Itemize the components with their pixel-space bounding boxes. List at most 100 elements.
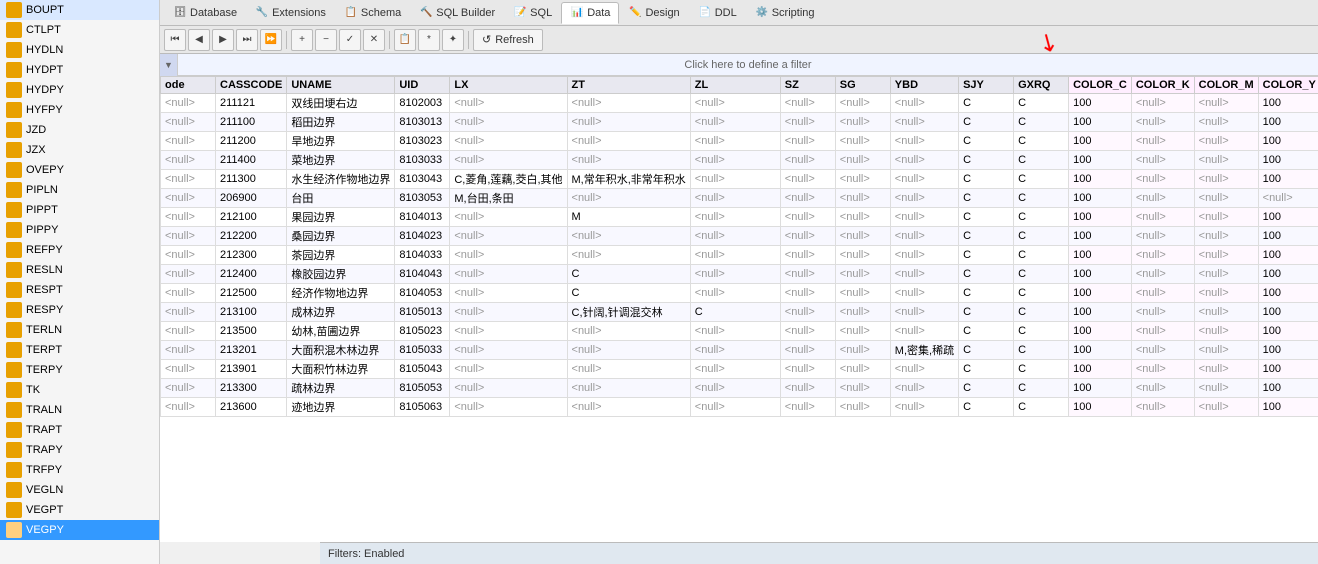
sidebar-item-traln[interactable]: TRALN [0,400,159,420]
tab-sql[interactable]: 📝SQL [504,2,561,24]
table-row[interactable]: <null>212200桑园边界8104023<null><null><null… [161,227,1318,246]
table-row[interactable]: <null>213500幼林,苗圃边界8105023<null><null><n… [161,322,1318,341]
table-cell: <null> [890,246,958,265]
col-header-ybd[interactable]: YBD [890,77,958,94]
tab-database[interactable]: 🗄Database [164,2,246,24]
tab-data[interactable]: 📊Data [561,2,619,24]
sidebar-item-hydln[interactable]: HYDLN [0,40,159,60]
table-cell: 100 [1258,113,1318,132]
add-btn[interactable]: + [291,29,313,51]
col-header-lx[interactable]: LX [450,77,567,94]
sidebar-item-jzx[interactable]: JZX [0,140,159,160]
sidebar-item-resln[interactable]: RESLN [0,260,159,280]
sidebar-item-boupt[interactable]: BOUPT [0,0,159,20]
nav-next2-btn[interactable]: ⏭ [236,29,258,51]
col-header-color_c[interactable]: COLOR_C [1069,77,1132,94]
sidebar-item-respy[interactable]: RESPY [0,300,159,320]
cancel-btn[interactable]: ✕ [363,29,385,51]
table-row[interactable]: <null>212400橡胶园边界8104043<null>C<null><nu… [161,265,1318,284]
col-header-zt[interactable]: ZT [567,77,690,94]
table-row[interactable]: <null>211100稻田边界8103013<null><null><null… [161,113,1318,132]
sidebar-item-vegln[interactable]: VEGLN [0,480,159,500]
table-cell: <null> [835,379,890,398]
table-row[interactable]: <null>213600迹地边界8105063<null><null><null… [161,398,1318,417]
sidebar-item-vegpt[interactable]: VEGPT [0,500,159,520]
col-header-color_k[interactable]: COLOR_K [1131,77,1194,94]
table-cell: <null> [690,208,780,227]
table-row[interactable]: <null>212500经济作物地边界8104053<null>C<null><… [161,284,1318,303]
sidebar-item-terpt[interactable]: TERPT [0,340,159,360]
table-cell: <null> [567,322,690,341]
table-row[interactable]: <null>212100果园边界8104013<null>M<null><nul… [161,208,1318,227]
table-row[interactable]: <null>212300茶园边界8104033<null><null><null… [161,246,1318,265]
table-row[interactable]: <null>211121双线田埂右边8102003<null><null><nu… [161,94,1318,113]
sidebar-item-refpy[interactable]: REFPY [0,240,159,260]
nav-next-btn[interactable]: ▶ [212,29,234,51]
col-header-sg[interactable]: SG [835,77,890,94]
refresh-button[interactable]: ↺ Refresh [473,29,543,51]
table-cell: 213600 [216,398,287,417]
table-row[interactable]: <null>211200旱地边界8103023<null><null><null… [161,132,1318,151]
tab-extensions[interactable]: 🔧Extensions [246,2,335,24]
col-header-gxrq[interactable]: GXRQ [1014,77,1069,94]
table-cell: C [1014,265,1069,284]
col-header-color_y[interactable]: COLOR_Y [1258,77,1318,94]
sidebar-item-pipln[interactable]: PIPLN [0,180,159,200]
special-btn[interactable]: ✦ [442,29,464,51]
table-cell: <null> [835,151,890,170]
tab-ddl[interactable]: 📄DDL [689,2,746,24]
sidebar-item-trapy[interactable]: TRAPY [0,440,159,460]
nav-first-btn[interactable]: ⏮ [164,29,186,51]
sidebar-item-pippt[interactable]: PIPPT [0,200,159,220]
col-header-uname[interactable]: UNAME [287,77,395,94]
sidebar-item-terpy[interactable]: TERPY [0,360,159,380]
col-header-sz[interactable]: SZ [780,77,835,94]
tab-sql-builder[interactable]: 🔨SQL Builder [410,2,504,24]
table-row[interactable]: <null>213901大面积竹林边界8105043<null><null><n… [161,360,1318,379]
col-header-uid[interactable]: UID [395,77,450,94]
col-header-zl[interactable]: ZL [690,77,780,94]
table-cell: 100 [1069,341,1132,360]
separator-2 [389,31,390,49]
sidebar-item-label: PIPPY [26,224,58,236]
table-cell: <null> [1131,246,1194,265]
sidebar-item-terln[interactable]: TERLN [0,320,159,340]
table-cell: <null> [835,227,890,246]
sidebar-item-hydpt[interactable]: HYDPT [0,60,159,80]
sidebar-item-hydpy[interactable]: HYDPY [0,80,159,100]
table-container[interactable]: ▼ Click here to define a filter odeCASSC… [160,54,1318,542]
sidebar-item-ovepy[interactable]: OVEPY [0,160,159,180]
col-header-casscode[interactable]: CASSCODE [216,77,287,94]
remove-btn[interactable]: − [315,29,337,51]
sidebar-item-jzd[interactable]: JZD [0,120,159,140]
copy-btn[interactable]: 📋 [394,29,416,51]
sidebar-item-trfpy[interactable]: TRFPY [0,460,159,480]
tab-scripting[interactable]: ⚙️Scripting [746,2,824,24]
sidebar-item-respt[interactable]: RESPT [0,280,159,300]
col-header-color_m[interactable]: COLOR_M [1194,77,1258,94]
table-cell: 水生经济作物地边界 [287,170,395,189]
nav-prev-btn[interactable]: ◀ [188,29,210,51]
table-row[interactable]: <null>213201大面积混木林边界8105033<null><null><… [161,341,1318,360]
col-header-sjy[interactable]: SJY [959,77,1014,94]
table-row[interactable]: <null>213100成林边界8105013<null>C,针阔,针调混交林C… [161,303,1318,322]
table-cell: 8104013 [395,208,450,227]
table-cell: <null> [1194,265,1258,284]
sidebar-item-ctlpt[interactable]: CTLPT [0,20,159,40]
sidebar-item-pippy[interactable]: PIPPY [0,220,159,240]
table-row[interactable]: <null>213300疏林边界8105053<null><null><null… [161,379,1318,398]
sidebar-item-trapt[interactable]: TRAPT [0,420,159,440]
confirm-btn[interactable]: ✓ [339,29,361,51]
table-row[interactable]: <null>211300水生经济作物地边界8103043C,菱角,莲藕,茭白,其… [161,170,1318,189]
sidebar-item-hyfpy[interactable]: HYFPY [0,100,159,120]
star-btn[interactable]: * [418,29,440,51]
table-row[interactable]: <null>211400菜地边界8103033<null><null><null… [161,151,1318,170]
tab-schema[interactable]: 📋Schema [335,2,410,24]
col-header-ode[interactable]: ode [161,77,216,94]
tab-design[interactable]: ✏️Design [619,2,688,24]
table-cell: <null> [567,227,690,246]
table-row[interactable]: <null>206900台田8103053M,台田,条田<null><null>… [161,189,1318,208]
sidebar-item-vegpy[interactable]: VEGPY [0,520,159,540]
sidebar-item-tk[interactable]: TK [0,380,159,400]
nav-last-btn[interactable]: ⏩ [260,29,282,51]
